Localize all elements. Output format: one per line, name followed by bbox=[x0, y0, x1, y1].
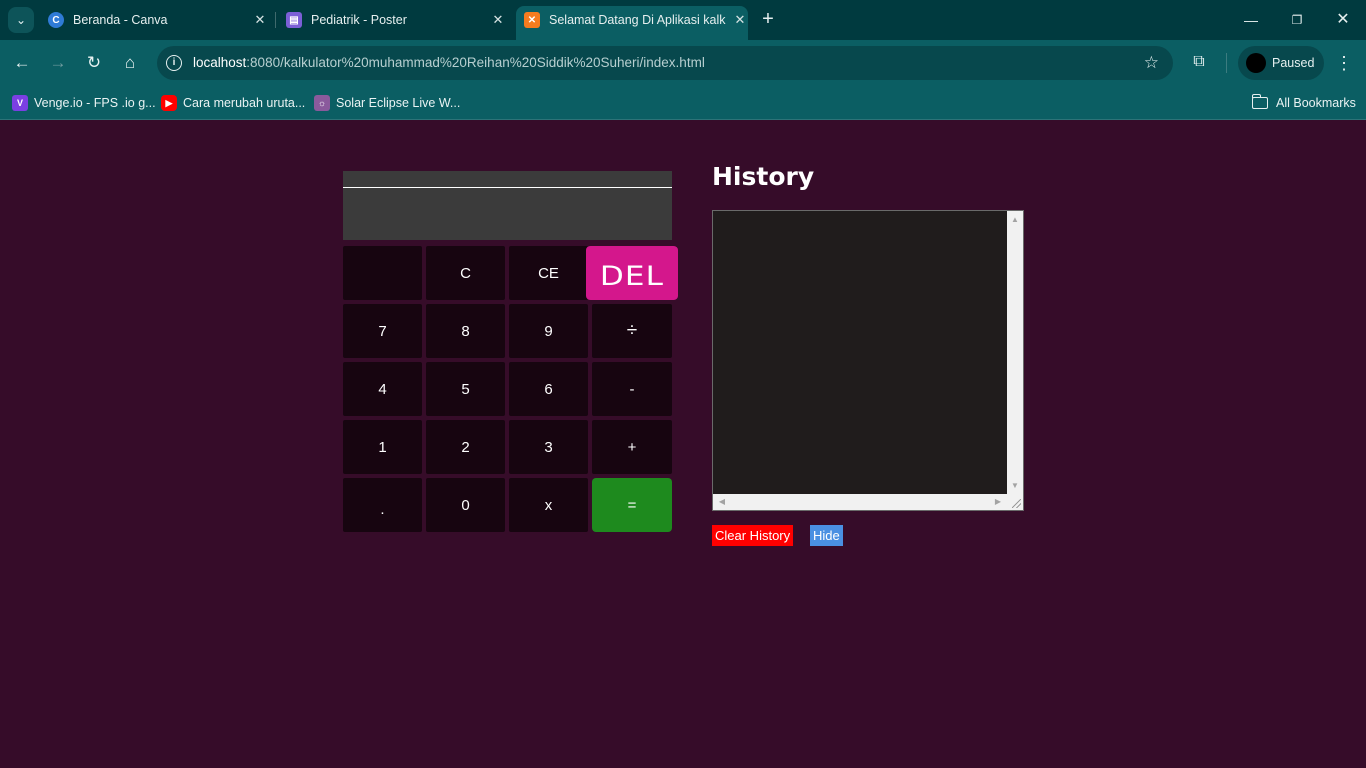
xampp-favicon-icon: ✕ bbox=[524, 12, 540, 28]
bookmark-solar-eclipse[interactable]: ☼ Solar Eclipse Live W... bbox=[314, 92, 460, 114]
all-bookmarks[interactable]: All Bookmarks bbox=[1251, 92, 1356, 114]
forward-arrow-icon[interactable]: → bbox=[46, 51, 70, 75]
key-9[interactable]: 9 bbox=[509, 304, 588, 358]
tab-kalkulator[interactable]: ✕ Selamat Datang Di Aplikasi kalk ✕ bbox=[516, 6, 748, 40]
avatar bbox=[1246, 53, 1266, 73]
new-tab-plus-icon[interactable]: + bbox=[758, 8, 778, 32]
toolbar-divider bbox=[1226, 53, 1227, 73]
key-0[interactable]: 0 bbox=[426, 478, 505, 532]
tab-canva[interactable]: C Beranda - Canva ✕ bbox=[40, 6, 268, 34]
key-3[interactable]: 3 bbox=[509, 420, 588, 474]
url-text[interactable]: localhost:8080/kalkulator%20muhammad%20R… bbox=[193, 55, 705, 70]
key-equals[interactable]: = bbox=[592, 478, 672, 532]
canva-favicon-icon: C bbox=[48, 12, 64, 28]
history-textarea[interactable]: ▲ ▼ ◀ ▶ bbox=[712, 210, 1024, 511]
bookmark-venge[interactable]: V Venge.io - FPS .io g... bbox=[12, 92, 156, 114]
close-tab-icon[interactable]: ✕ bbox=[490, 12, 506, 28]
key-2[interactable]: 2 bbox=[426, 420, 505, 474]
key-decimal[interactable]: . bbox=[343, 478, 422, 532]
url-path: :8080/kalkulator%20muhammad%20Reihan%20S… bbox=[246, 55, 705, 70]
key-6[interactable]: 6 bbox=[509, 362, 588, 416]
clear-history-button[interactable]: Clear History bbox=[712, 525, 794, 546]
key-5[interactable]: 5 bbox=[426, 362, 505, 416]
resize-handle-icon[interactable] bbox=[1007, 494, 1023, 510]
tab-search-chevron-icon[interactable]: ⌄ bbox=[8, 7, 34, 33]
key-divide[interactable]: ÷ bbox=[592, 304, 672, 358]
key-blank[interactable] bbox=[343, 246, 422, 300]
tab-title: Selamat Datang Di Aplikasi kalk bbox=[549, 13, 726, 27]
address-bar[interactable]: i localhost:8080/kalkulator%20muhammad%2… bbox=[157, 46, 1173, 80]
bookmarks-bar: V Venge.io - FPS .io g... ▶ Cara merubah… bbox=[0, 86, 1366, 120]
key-clear-entry[interactable]: CE bbox=[509, 246, 588, 300]
tab-title: Beranda - Canva bbox=[73, 13, 168, 27]
url-host: localhost bbox=[193, 55, 247, 70]
bookmark-label: Venge.io - FPS .io g... bbox=[34, 96, 156, 110]
calculator: C CE DEL 7 8 9 ÷ 4 5 6 - 1 2 3 + . 0 x = bbox=[343, 171, 678, 532]
horizontal-scrollbar[interactable]: ◀ ▶ bbox=[713, 494, 1007, 510]
key-7[interactable]: 7 bbox=[343, 304, 422, 358]
bookmark-label: Solar Eclipse Live W... bbox=[336, 96, 461, 110]
all-bookmarks-label: All Bookmarks bbox=[1276, 96, 1356, 110]
tab-title: Pediatrik - Poster bbox=[311, 13, 407, 27]
vertical-scrollbar[interactable]: ▲ ▼ bbox=[1007, 211, 1023, 495]
folder-icon bbox=[1251, 94, 1268, 109]
history-title: History bbox=[712, 162, 815, 191]
tab-strip: ⌄ C Beranda - Canva ✕ ▤ Pediatrik - Post… bbox=[0, 0, 1366, 40]
browser-toolbar: ← → ↻ ⌂ i localhost:8080/kalkulator%20mu… bbox=[0, 40, 1366, 86]
home-icon[interactable]: ⌂ bbox=[118, 51, 142, 75]
reload-icon[interactable]: ↻ bbox=[82, 51, 106, 75]
hide-history-button[interactable]: Hide bbox=[810, 525, 843, 546]
result-display bbox=[343, 188, 672, 240]
profile-status: Paused bbox=[1272, 56, 1315, 70]
venge-icon: V bbox=[12, 95, 28, 111]
bookmark-youtube[interactable]: ▶ Cara merubah uruta... bbox=[161, 92, 305, 114]
keypad: C CE DEL 7 8 9 ÷ 4 5 6 - 1 2 3 + . 0 x = bbox=[343, 246, 678, 532]
kebab-menu-icon[interactable]: ⋮ bbox=[1334, 51, 1354, 75]
poster-favicon-icon: ▤ bbox=[286, 12, 302, 28]
youtube-icon: ▶ bbox=[161, 95, 177, 111]
key-add[interactable]: + bbox=[592, 420, 672, 474]
scroll-left-icon[interactable]: ◀ bbox=[715, 494, 729, 510]
key-subtract[interactable]: - bbox=[592, 362, 672, 416]
back-arrow-icon[interactable]: ← bbox=[10, 51, 34, 75]
key-8[interactable]: 8 bbox=[426, 304, 505, 358]
restore-icon[interactable]: ❐ bbox=[1287, 10, 1307, 30]
scroll-up-icon[interactable]: ▲ bbox=[1007, 213, 1023, 227]
scroll-right-icon[interactable]: ▶ bbox=[991, 494, 1005, 510]
site-info-icon[interactable]: i bbox=[166, 55, 182, 71]
close-tab-icon[interactable]: ✕ bbox=[252, 12, 268, 28]
close-window-icon[interactable]: ✕ bbox=[1333, 10, 1353, 30]
minimize-icon[interactable]: — bbox=[1241, 10, 1261, 30]
bookmark-label: Cara merubah uruta... bbox=[183, 96, 306, 110]
solar-eclipse-icon: ☼ bbox=[314, 95, 330, 111]
bookmark-star-icon[interactable]: ☆ bbox=[1144, 53, 1159, 73]
key-multiply[interactable]: x bbox=[509, 478, 588, 532]
key-delete[interactable]: DEL bbox=[586, 246, 678, 300]
tab-pediatrik[interactable]: ▤ Pediatrik - Poster ✕ bbox=[278, 6, 506, 34]
key-4[interactable]: 4 bbox=[343, 362, 422, 416]
scroll-down-icon[interactable]: ▼ bbox=[1007, 479, 1023, 493]
extensions-puzzle-icon[interactable]: ⧉ bbox=[1188, 51, 1210, 73]
tab-divider bbox=[275, 12, 276, 28]
expression-display bbox=[343, 171, 672, 188]
key-clear[interactable]: C bbox=[426, 246, 505, 300]
close-tab-icon[interactable]: ✕ bbox=[732, 12, 748, 28]
profile-button[interactable]: Paused bbox=[1238, 46, 1324, 80]
key-1[interactable]: 1 bbox=[343, 420, 422, 474]
